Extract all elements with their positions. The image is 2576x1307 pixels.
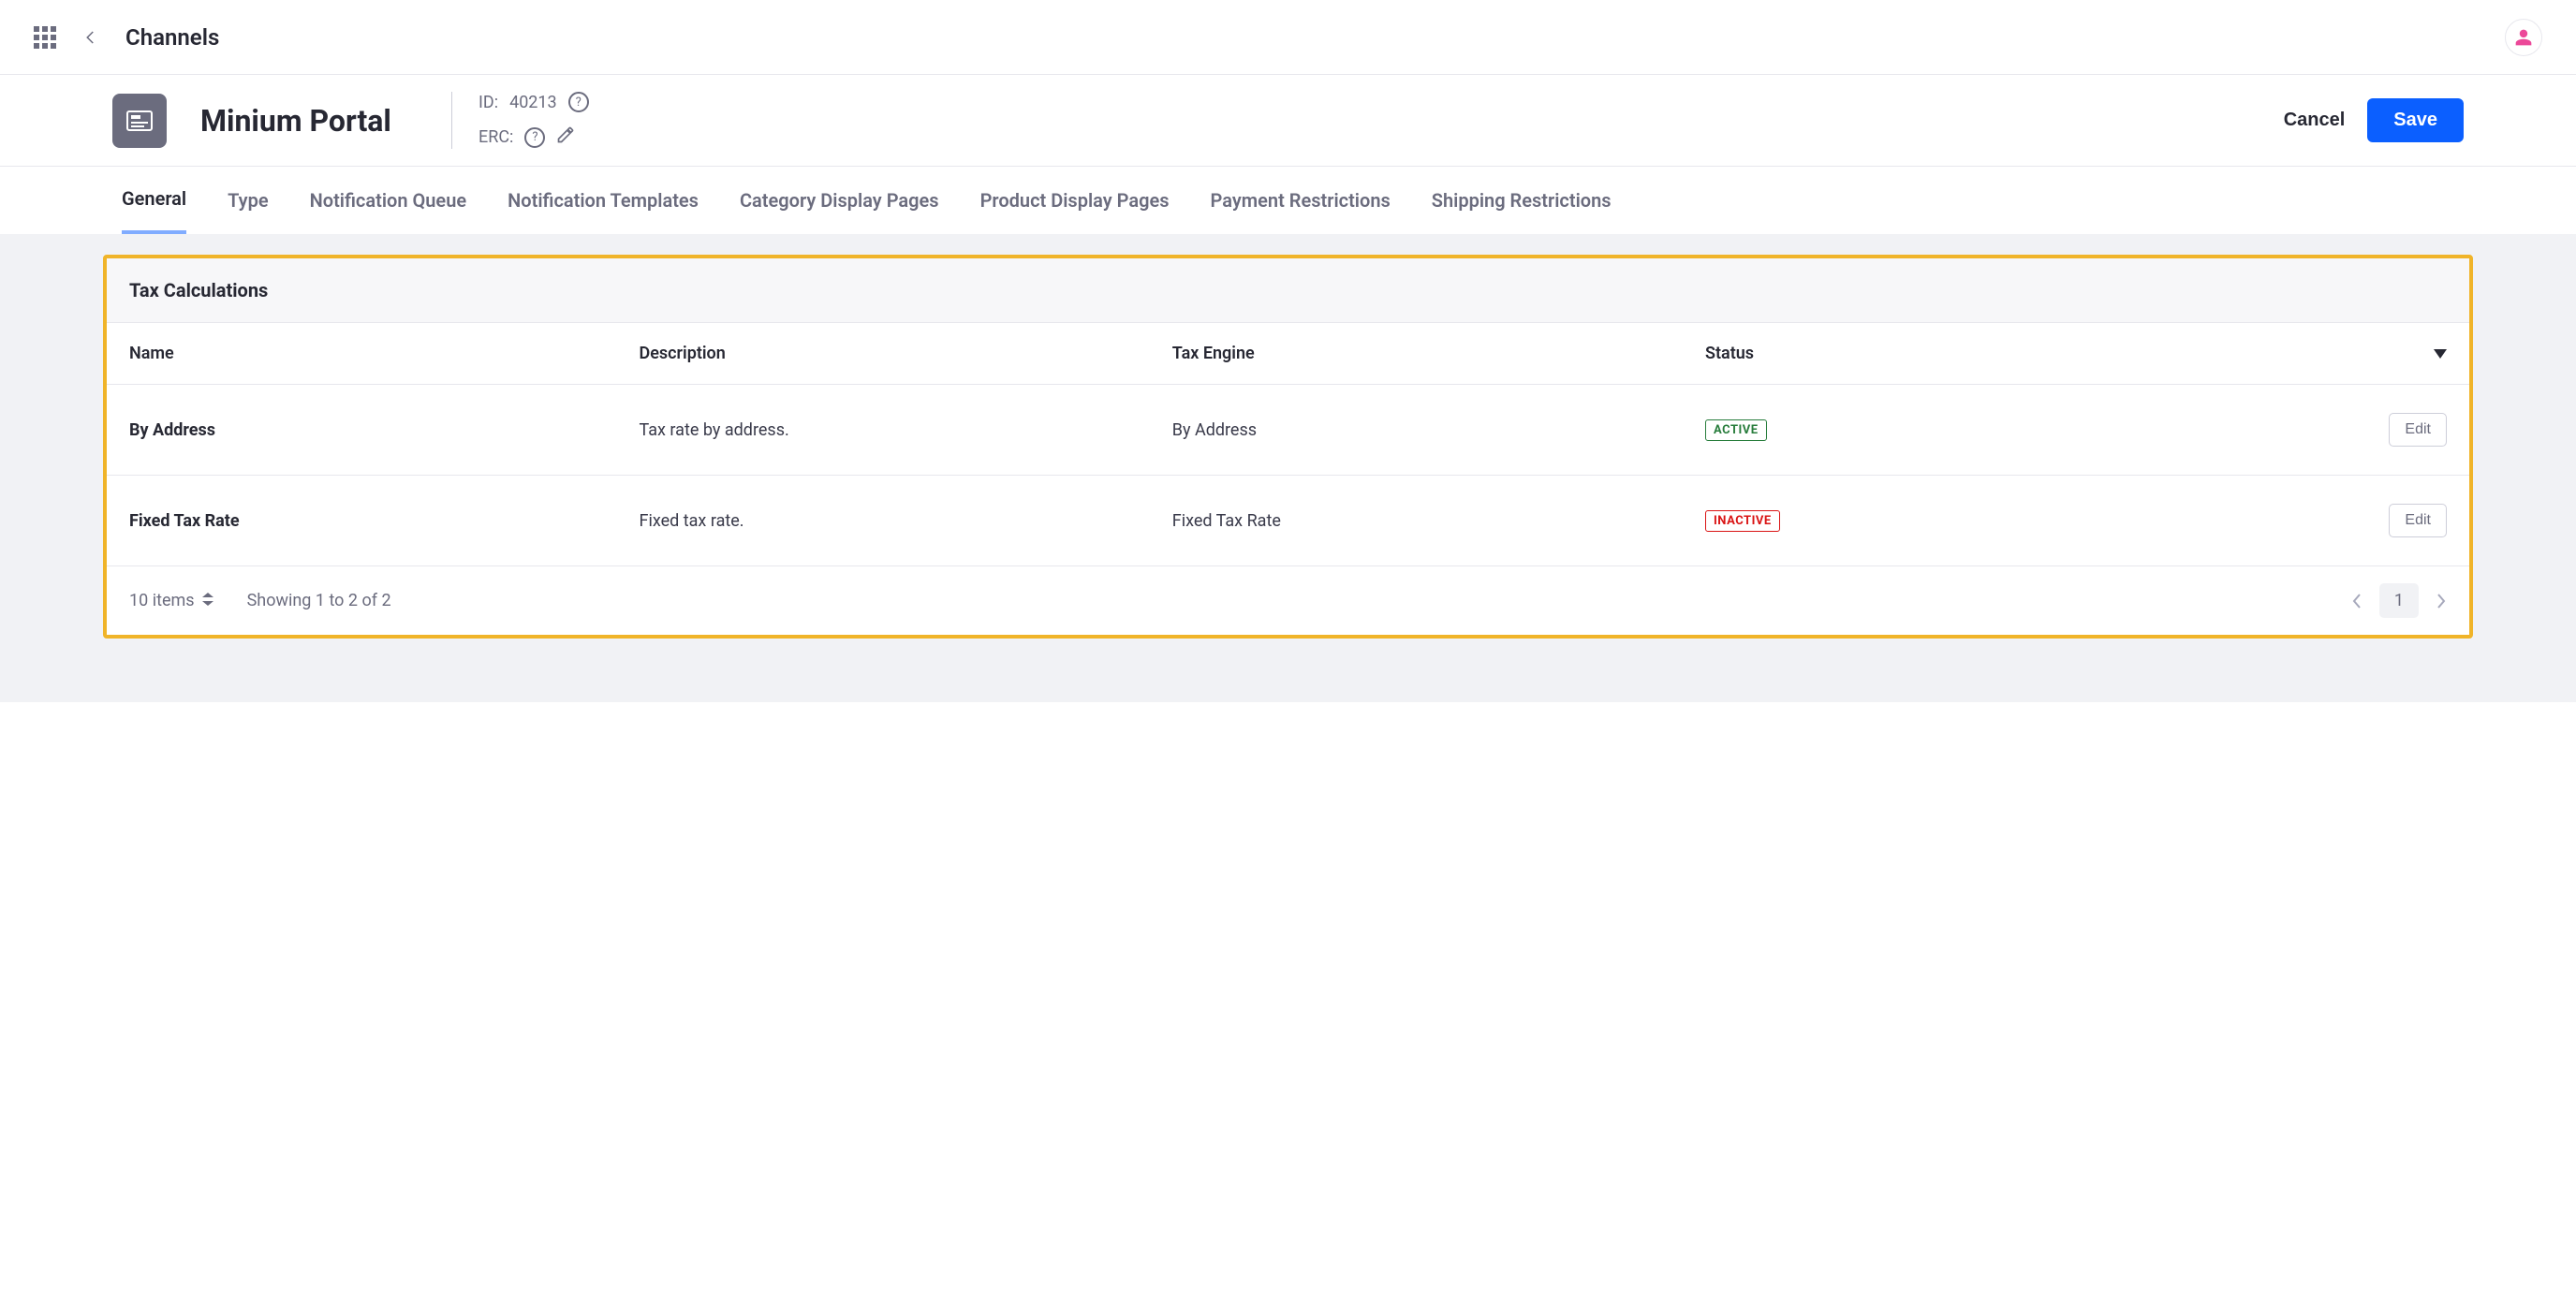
col-name: Name <box>129 344 640 363</box>
row-description: Fixed tax rate. <box>640 511 1172 531</box>
id-label: ID: <box>478 93 498 112</box>
row-engine: Fixed Tax Rate <box>1172 511 1705 531</box>
header-meta: ID: 40213 ? ERC: ? <box>451 92 589 149</box>
col-description: Description <box>640 344 1172 363</box>
id-row: ID: 40213 ? <box>478 92 589 112</box>
table-footer: 10 items Showing 1 to 2 of 2 1 <box>107 566 2469 635</box>
pencil-icon[interactable] <box>556 125 575 149</box>
id-value: 40213 <box>509 93 557 112</box>
tab-notification-templates[interactable]: Notification Templates <box>508 169 699 232</box>
channel-icon <box>112 94 167 148</box>
showing-text: Showing 1 to 2 of 2 <box>247 591 391 610</box>
row-description: Tax rate by address. <box>640 420 1172 440</box>
save-button[interactable]: Save <box>2367 98 2464 142</box>
tab-category-display-pages[interactable]: Category Display Pages <box>740 169 939 232</box>
cancel-button[interactable]: Cancel <box>2284 110 2346 131</box>
back-icon[interactable] <box>82 29 99 46</box>
topbar: Channels <box>0 0 2576 75</box>
content-area: Tax Calculations Name Description Tax En… <box>0 234 2576 702</box>
row-name: Fixed Tax Rate <box>129 511 640 531</box>
help-icon[interactable]: ? <box>524 127 545 148</box>
page-size-label: 10 items <box>129 591 195 610</box>
col-status: Status <box>1705 344 2261 363</box>
header-actions: Cancel Save <box>2284 98 2464 142</box>
tax-calculations-panel: Tax Calculations Name Description Tax En… <box>103 255 2473 639</box>
edit-button[interactable]: Edit <box>2389 504 2447 537</box>
table-row: By Address Tax rate by address. By Addre… <box>107 385 2469 476</box>
row-name: By Address <box>129 420 640 440</box>
row-status: ACTIVE <box>1705 419 2261 441</box>
panel-title: Tax Calculations <box>107 258 2469 323</box>
help-icon[interactable]: ? <box>568 92 589 112</box>
tabs-nav: General Type Notification Queue Notifica… <box>0 167 2576 234</box>
breadcrumb[interactable]: Channels <box>125 24 219 51</box>
tab-shipping-restrictions[interactable]: Shipping Restrictions <box>1432 169 1612 232</box>
updown-icon <box>202 591 213 610</box>
tab-product-display-pages[interactable]: Product Display Pages <box>980 169 1170 232</box>
row-engine: By Address <box>1172 420 1705 440</box>
status-badge: ACTIVE <box>1705 419 1767 441</box>
topbar-left: Channels <box>34 24 219 51</box>
table-row: Fixed Tax Rate Fixed tax rate. Fixed Tax… <box>107 476 2469 566</box>
apps-grid-icon[interactable] <box>34 26 56 49</box>
col-tax-engine: Tax Engine <box>1172 344 1705 363</box>
tab-payment-restrictions[interactable]: Payment Restrictions <box>1211 169 1391 232</box>
edit-button[interactable]: Edit <box>2389 413 2447 447</box>
prev-page-icon[interactable] <box>2351 593 2363 609</box>
erc-label: ERC: <box>478 127 513 147</box>
caret-down-icon[interactable] <box>2434 345 2447 362</box>
page-header: Minium Portal ID: 40213 ? ERC: ? Cancel … <box>0 75 2576 167</box>
page-title: Minium Portal <box>200 103 406 139</box>
row-status: INACTIVE <box>1705 510 2261 532</box>
erc-row: ERC: ? <box>478 125 589 149</box>
next-page-icon[interactable] <box>2436 593 2447 609</box>
pagination: 1 <box>2351 583 2447 618</box>
tab-type[interactable]: Type <box>228 169 268 232</box>
tab-general[interactable]: General <box>122 167 186 234</box>
tab-notification-queue[interactable]: Notification Queue <box>310 169 467 232</box>
current-page[interactable]: 1 <box>2379 583 2419 618</box>
table-header: Name Description Tax Engine Status <box>107 323 2469 385</box>
user-avatar[interactable] <box>2505 19 2542 56</box>
page-size-selector[interactable]: 10 items <box>129 591 213 610</box>
status-badge: INACTIVE <box>1705 510 1780 532</box>
tax-table: Name Description Tax Engine Status By Ad… <box>107 323 2469 635</box>
